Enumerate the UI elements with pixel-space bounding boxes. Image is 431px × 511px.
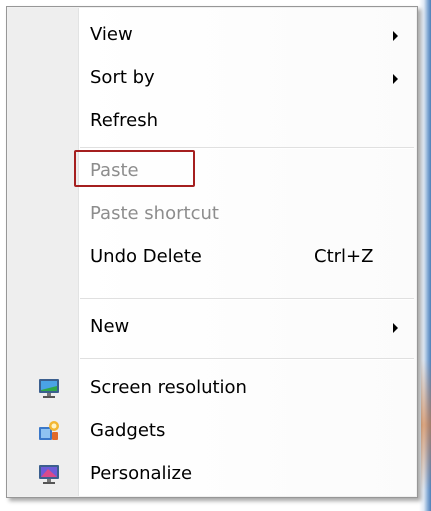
menu-item-screen-resolution[interactable]: Screen resolution [8,367,418,410]
gadgets-icon [39,421,59,440]
menu-item-view-label: View [90,24,133,45]
monitor-icon [39,379,59,398]
menu-item-gadgets[interactable]: Gadgets [8,410,418,453]
menu-item-paste-shortcut[interactable]: Paste shortcut [8,193,418,236]
menu-item-new[interactable]: New [8,306,418,349]
menu-item-screen-resolution-label: Screen resolution [90,377,247,398]
menu-item-sort-by[interactable]: Sort by [8,57,418,100]
annotation-highlight-box [74,150,195,187]
submenu-arrow-icon [393,31,398,41]
desktop-background-accent [421,360,431,490]
submenu-arrow-icon [393,74,398,84]
menu-item-sort-by-label: Sort by [90,67,155,88]
menu-item-paste-shortcut-label: Paste shortcut [90,203,219,224]
menu-item-new-label: New [90,316,130,337]
shortcut-key-label: Ctrl+Z [314,246,374,267]
menu-item-undo-delete-label: Undo Delete [90,246,202,267]
menu-separator [80,358,414,360]
menu-item-paste[interactable]: Paste [8,150,418,193]
submenu-arrow-icon [393,323,398,333]
desktop-context-menu: View Sort by Refresh Paste Paste shortcu… [6,6,418,498]
personalize-icon [39,465,59,484]
menu-item-undo-delete[interactable]: Undo Delete Ctrl+Z [8,236,418,279]
menu-item-view[interactable]: View [8,14,418,57]
menu-separator [80,147,414,149]
menu-item-refresh-label: Refresh [90,110,158,131]
context-menu-body: View Sort by Refresh Paste Paste shortcu… [8,8,416,496]
menu-item-personalize-label: Personalize [90,463,193,484]
menu-item-refresh[interactable]: Refresh [8,100,418,143]
menu-separator [80,298,414,300]
menu-item-personalize[interactable]: Personalize [8,453,418,496]
menu-item-gadgets-label: Gadgets [90,420,166,441]
